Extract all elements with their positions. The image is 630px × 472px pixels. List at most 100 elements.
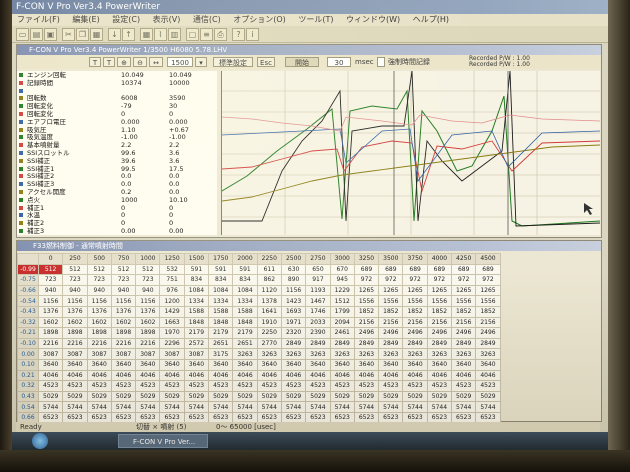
- channel-row[interactable]: 点火 1000 10.10: [17, 196, 217, 204]
- map-cell[interactable]: 940: [110, 284, 137, 297]
- map-cell[interactable]: 3640: [426, 358, 453, 371]
- map-cell[interactable]: 1084: [232, 284, 258, 297]
- map-cell[interactable]: 1852: [353, 305, 380, 318]
- map-cell[interactable]: 5744: [135, 401, 161, 413]
- map-cell[interactable]: 3640: [159, 358, 185, 371]
- map-cell[interactable]: 5029: [135, 390, 161, 403]
- map-cell[interactable]: 3640: [62, 358, 88, 371]
- map-cell[interactable]: 5744: [378, 401, 404, 413]
- map-row-header[interactable]: 0.21: [17, 369, 39, 382]
- map-cell[interactable]: 3640: [208, 358, 234, 371]
- map-cell[interactable]: 1556: [426, 295, 453, 307]
- map-cell[interactable]: 723: [110, 274, 137, 286]
- map-cell[interactable]: 2849: [305, 337, 331, 350]
- map-cell[interactable]: 2849: [378, 337, 404, 350]
- map-row-header[interactable]: -0.21: [17, 327, 39, 339]
- map-cell[interactable]: 512: [62, 263, 88, 276]
- copy-icon[interactable]: ❐: [76, 28, 89, 41]
- map-cell[interactable]: 1376: [110, 305, 137, 318]
- map-cell[interactable]: 940: [62, 284, 88, 297]
- log-icon[interactable]: ≡: [200, 28, 213, 41]
- map-cell[interactable]: 2849: [426, 337, 453, 350]
- map-cell[interactable]: 512: [110, 263, 137, 276]
- map-cell[interactable]: 1852: [402, 305, 428, 318]
- map-cell[interactable]: 1378: [256, 295, 282, 307]
- map-cell[interactable]: 4523: [183, 380, 210, 392]
- map-cell[interactable]: 4046: [256, 369, 282, 382]
- map-cell[interactable]: 2496: [402, 327, 428, 339]
- map-cell[interactable]: 5744: [86, 401, 112, 413]
- map-cell[interactable]: 723: [62, 274, 88, 286]
- channel-row[interactable]: 補正2 0 0: [17, 219, 217, 227]
- map-cell[interactable]: 3087: [86, 348, 112, 360]
- map-cell[interactable]: 4523: [378, 380, 404, 392]
- channel-row[interactable]: 回転変化 -79 30: [17, 102, 217, 110]
- map-cell[interactable]: 5744: [37, 401, 64, 413]
- map-cell[interactable]: 1423: [280, 295, 307, 307]
- map-cell[interactable]: 5029: [378, 390, 404, 403]
- channel-row[interactable]: 水温 0 0: [17, 211, 217, 219]
- map-cell[interactable]: 834: [183, 274, 210, 286]
- map-row-header[interactable]: -0.54: [17, 295, 39, 307]
- map-cell[interactable]: 5744: [110, 401, 137, 413]
- map-cell[interactable]: 2849: [329, 337, 355, 350]
- map-cell[interactable]: 5744: [183, 401, 210, 413]
- channel-row[interactable]: 補正1 0 0: [17, 204, 217, 212]
- menu-window[interactable]: ウィンドウ(W): [346, 15, 400, 24]
- map-cell[interactable]: 5744: [256, 401, 282, 413]
- map-cell[interactable]: 2770: [256, 337, 282, 350]
- map-cell[interactable]: 3640: [256, 358, 282, 371]
- map-cell[interactable]: 689: [378, 263, 404, 276]
- map-cell[interactable]: 1848: [232, 316, 258, 329]
- map-cell[interactable]: 2216: [86, 337, 112, 350]
- map-cell[interactable]: 3263: [402, 348, 428, 360]
- channel-row[interactable]: SSI補正3 0.0 0.0: [17, 180, 217, 188]
- map-cell[interactable]: 723: [86, 274, 112, 286]
- map-cell[interactable]: 5744: [232, 401, 258, 413]
- map-cell[interactable]: 4523: [37, 380, 64, 392]
- map-cell[interactable]: 3263: [232, 348, 258, 360]
- menu-settings[interactable]: 設定(C): [112, 15, 140, 24]
- map-cell[interactable]: 2250: [256, 327, 282, 339]
- map-cell[interactable]: 862: [256, 274, 282, 286]
- graph-icon[interactable]: ⌇: [154, 28, 167, 41]
- map-cell[interactable]: 5029: [159, 390, 185, 403]
- channel-row[interactable]: 補正3 0.00 0.00: [17, 227, 217, 235]
- map-cell[interactable]: 5744: [329, 401, 355, 413]
- map-cell[interactable]: 1799: [329, 305, 355, 318]
- map-column-header[interactable]: 2500: [280, 253, 307, 265]
- map-cell[interactable]: 1265: [353, 284, 380, 297]
- map-column-header[interactable]: 4000: [426, 253, 453, 265]
- map-cell[interactable]: 3640: [37, 358, 64, 371]
- map-cell[interactable]: 5744: [62, 401, 88, 413]
- map-cell[interactable]: 1556: [451, 295, 477, 307]
- map-cell[interactable]: 1602: [86, 316, 112, 329]
- map-column-header[interactable]: 1500: [183, 253, 210, 265]
- map-cell[interactable]: 1229: [329, 284, 355, 297]
- map-cell[interactable]: 4046: [232, 369, 258, 382]
- map-cell[interactable]: 630: [280, 263, 307, 276]
- map-cell[interactable]: 1265: [475, 284, 501, 297]
- map-cell[interactable]: 1852: [426, 305, 453, 318]
- map-cell[interactable]: 1556: [378, 295, 404, 307]
- menu-tools[interactable]: ツール(T): [298, 15, 333, 24]
- map-row-header[interactable]: -0.10: [17, 337, 39, 350]
- map-icon[interactable]: ▦: [140, 28, 153, 41]
- map-cell[interactable]: 2496: [426, 327, 453, 339]
- map-cell[interactable]: 940: [86, 284, 112, 297]
- map-cell[interactable]: 5029: [451, 390, 477, 403]
- menu-edit[interactable]: 編集(E): [72, 15, 99, 24]
- text-tool-button-2[interactable]: T: [103, 57, 115, 67]
- map-cell[interactable]: 512: [37, 263, 64, 276]
- paste-icon[interactable]: ▦: [90, 28, 103, 41]
- map-cell[interactable]: 3640: [451, 358, 477, 371]
- map-row-header[interactable]: -0.66: [17, 284, 39, 297]
- map-cell[interactable]: 2390: [305, 327, 331, 339]
- map-cell[interactable]: 940: [135, 284, 161, 297]
- map-cell[interactable]: 1156: [37, 295, 64, 307]
- map-cell[interactable]: 2156: [426, 316, 453, 329]
- map-cell[interactable]: 1848: [208, 316, 234, 329]
- map-cell[interactable]: 3263: [256, 348, 282, 360]
- read-ecu-icon[interactable]: ↓: [108, 28, 121, 41]
- map-cell[interactable]: 1265: [378, 284, 404, 297]
